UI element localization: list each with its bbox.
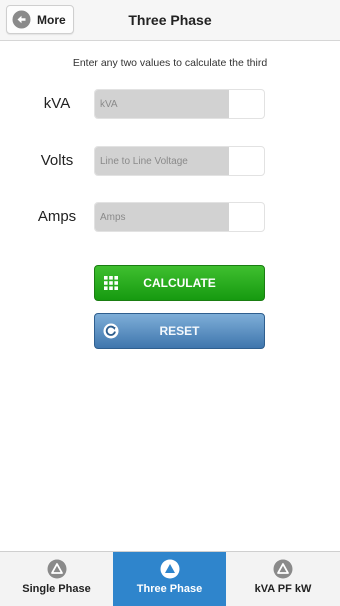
bottom-tab-bar: Single Phase Three Phase kVA PF kW	[0, 551, 340, 606]
triangle-circle-icon	[47, 559, 67, 579]
tab-three-phase[interactable]: Three Phase	[113, 552, 226, 606]
back-circle-icon	[12, 10, 31, 29]
kva-label: kVA	[43, 95, 71, 112]
tab-three-phase-label: Three Phase	[136, 583, 203, 595]
amps-label: Amps	[37, 208, 77, 225]
tab-single-phase-label: Single Phase	[22, 583, 91, 595]
amps-field-container	[94, 202, 265, 232]
calculate-button-label: CALCULATE	[143, 276, 216, 290]
volts-field-container	[94, 146, 265, 176]
kva-input[interactable]	[95, 90, 229, 118]
reset-button-label: RESET	[159, 324, 200, 338]
volts-label: Volts	[40, 152, 74, 169]
tab-kva-pf-kw-label: kVA PF kW	[254, 583, 312, 595]
header-bar: More Three Phase	[0, 0, 340, 41]
calculate-button[interactable]: CALCULATE	[94, 265, 265, 301]
more-button-label: More	[37, 12, 66, 27]
tab-single-phase[interactable]: Single Phase	[0, 552, 113, 606]
page-title: Three Phase	[128, 12, 212, 28]
tab-kva-pf-kw[interactable]: kVA PF kW	[226, 552, 340, 606]
calculator-grid-icon	[103, 275, 119, 291]
refresh-icon	[103, 323, 119, 339]
amps-input[interactable]	[95, 203, 229, 231]
triangle-circle-icon	[273, 559, 293, 579]
more-button[interactable]: More	[6, 5, 74, 34]
kva-field-container	[94, 89, 265, 119]
volts-input[interactable]	[95, 147, 229, 175]
instructions-text: Enter any two values to calculate the th…	[72, 57, 268, 69]
reset-button[interactable]: RESET	[94, 313, 265, 349]
triangle-circle-icon	[160, 559, 180, 579]
